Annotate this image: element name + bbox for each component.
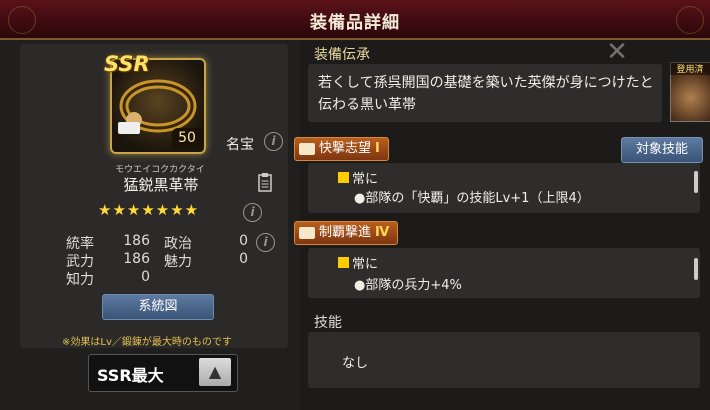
skill-rank: Ⅳ — [375, 225, 390, 240]
condition-icon — [338, 257, 349, 268]
stat-label: 政治 — [164, 236, 192, 252]
scrollbar[interactable] — [694, 258, 698, 280]
level-badge: 50 — [172, 128, 202, 148]
target-skill-button[interactable]: 対象技能 — [621, 137, 703, 163]
skill-tag-1: 快撃志望 Ⅰ — [294, 137, 389, 161]
stat-label: 魅力 — [164, 254, 192, 270]
arrow-up-icon[interactable]: ▲ — [199, 358, 231, 386]
skill-rank: Ⅰ — [375, 141, 380, 156]
skill-effect: ●部隊の兵力+4% — [354, 278, 462, 293]
portrait-label: 登用済 — [670, 62, 710, 75]
skill-name: 快撃志望 — [319, 141, 372, 156]
info-icon[interactable]: i — [243, 203, 262, 222]
title-bar: 装備品詳細 — [0, 0, 710, 40]
scrollbar[interactable] — [694, 171, 698, 193]
book-icon — [299, 143, 315, 155]
skill-box-2: 常に ●部隊の兵力+4% — [308, 248, 700, 298]
stat-value: 0 — [239, 251, 248, 267]
skill-condition: 常に — [352, 172, 379, 187]
stat-label: 武力 — [66, 254, 94, 270]
item-name: 猛鋭黒革帯 — [123, 176, 199, 194]
skill-box-1: 常に ●部隊の「快覇」の技能Lv+1（上限4） — [308, 163, 700, 213]
technique-value: なし — [342, 356, 369, 371]
info-icon[interactable]: i — [264, 132, 283, 151]
condition-icon — [338, 172, 349, 183]
technique-heading: 技能 — [314, 315, 342, 331]
skill-name: 制覇撃進 — [319, 225, 372, 240]
rarity-selector[interactable]: SSR最大 ▲ — [88, 354, 238, 392]
stat-label: 統率 — [66, 236, 94, 252]
clipboard-icon[interactable] — [258, 172, 272, 192]
rarity-selector-value: SSR最大 — [97, 366, 164, 385]
info-icon[interactable]: i — [256, 233, 275, 252]
window-title: 装備品詳細 — [310, 13, 400, 33]
stat-label: 知力 — [66, 272, 94, 288]
rarity-label: SSR — [104, 52, 150, 76]
lore-box: 若くして孫呉開国の基礎を築いた英傑が身につけたと伝わる黒い革帯 — [308, 64, 662, 122]
skill-condition: 常に — [352, 257, 379, 272]
book-icon — [299, 227, 315, 239]
close-icon[interactable]: ✕ — [604, 39, 630, 66]
skill-tag-2: 制覇撃進 Ⅳ — [294, 221, 399, 245]
skill-effect: ●部隊の「快覇」の技能Lv+1（上限4） — [354, 191, 590, 206]
meiho-tag: 名宝 — [226, 137, 254, 153]
stat-value: 186 — [123, 233, 150, 249]
lore-text: 若くして孫呉開国の基礎を築いた英傑が身につけたと伝わる黒い革帯 — [318, 75, 654, 113]
stat-value: 0 — [141, 269, 150, 285]
star-rating: ★★★★★★★ — [98, 201, 200, 219]
genealogy-button[interactable]: 系統図 — [102, 294, 214, 320]
stat-value: 0 — [239, 233, 248, 249]
effect-note: ※効果はLv／鍛錬が最大時のものです — [62, 337, 232, 348]
lore-heading: 装備伝承 — [314, 47, 370, 63]
stat-value: 186 — [123, 251, 150, 267]
technique-box: なし — [308, 332, 700, 388]
